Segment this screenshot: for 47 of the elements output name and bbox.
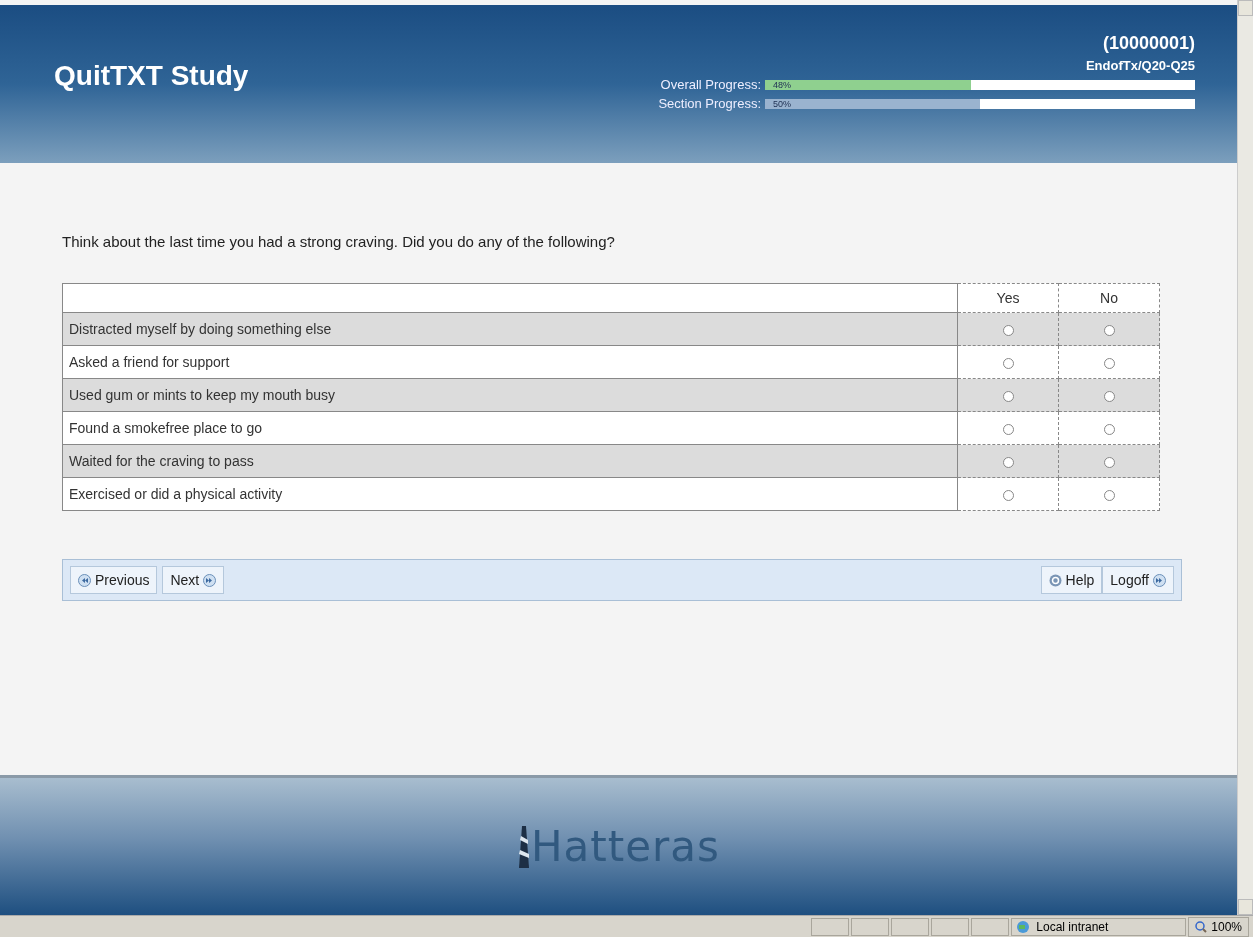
fast-forward-icon <box>1153 573 1166 587</box>
no-radio[interactable] <box>1103 357 1115 369</box>
nav-button[interactable]: Previous <box>70 566 158 594</box>
yes-radio[interactable] <box>1002 357 1014 369</box>
statement-cell: Distracted myself by doing something else <box>62 312 958 346</box>
security-zone: Local intranet <box>1036 920 1109 934</box>
section-code: EndofTx/Q20-Q25 <box>1085 58 1195 73</box>
status-panel <box>851 918 890 936</box>
yes-radio[interactable] <box>1002 324 1014 336</box>
column-header: Yes <box>957 283 1059 313</box>
help-icon <box>1048 573 1062 587</box>
yes-radio[interactable] <box>1002 489 1014 501</box>
logo-text: Hatteras <box>531 821 720 871</box>
no-radio[interactable] <box>1103 423 1115 435</box>
status-panel <box>811 918 850 936</box>
statement-cell: Waited for the craving to pass <box>62 444 958 478</box>
statement-cell: Exercised or did a physical activity <box>62 477 958 511</box>
statement-cell: Found a smokefree place to go <box>62 411 958 445</box>
progress-label: Section Progress: <box>658 96 761 111</box>
zoom-icon <box>1195 921 1208 933</box>
yes-radio[interactable] <box>1002 423 1014 435</box>
statement-cell: Used gum or mints to keep my mouth busy <box>62 378 958 412</box>
scrollbar[interactable] <box>1237 0 1253 915</box>
no-radio[interactable] <box>1103 324 1115 336</box>
no-radio[interactable] <box>1103 489 1115 501</box>
status-panel <box>971 918 1010 936</box>
nav-button[interactable]: Logoff <box>1102 566 1174 594</box>
nav-button[interactable]: Next <box>162 566 225 594</box>
column-header: No <box>1058 283 1160 313</box>
progress-reading: 50% <box>773 97 791 110</box>
statement-cell: Asked a friend for support <box>62 345 958 379</box>
participant-id: (10000001) <box>1102 33 1195 54</box>
no-radio[interactable] <box>1103 456 1115 468</box>
fast-forward-icon <box>203 573 217 587</box>
lighthouse-icon <box>517 824 531 868</box>
status-panel <box>891 918 930 936</box>
question-text: Think about the last time you had a strong craving. Did you do any of the following? <box>62 233 616 250</box>
zoom-control[interactable]: 100% <box>1188 917 1249 937</box>
yes-radio[interactable] <box>1002 456 1014 468</box>
yes-radio[interactable] <box>1002 390 1014 402</box>
study-title: QuitTXT Study <box>54 60 249 93</box>
progress-label: Overall Progress: <box>660 77 761 92</box>
rewind-icon <box>78 573 91 587</box>
nav-button[interactable]: Help <box>1040 566 1103 594</box>
no-radio[interactable] <box>1103 390 1115 402</box>
progress-reading: 48% <box>773 78 791 91</box>
status-panel <box>931 918 970 936</box>
